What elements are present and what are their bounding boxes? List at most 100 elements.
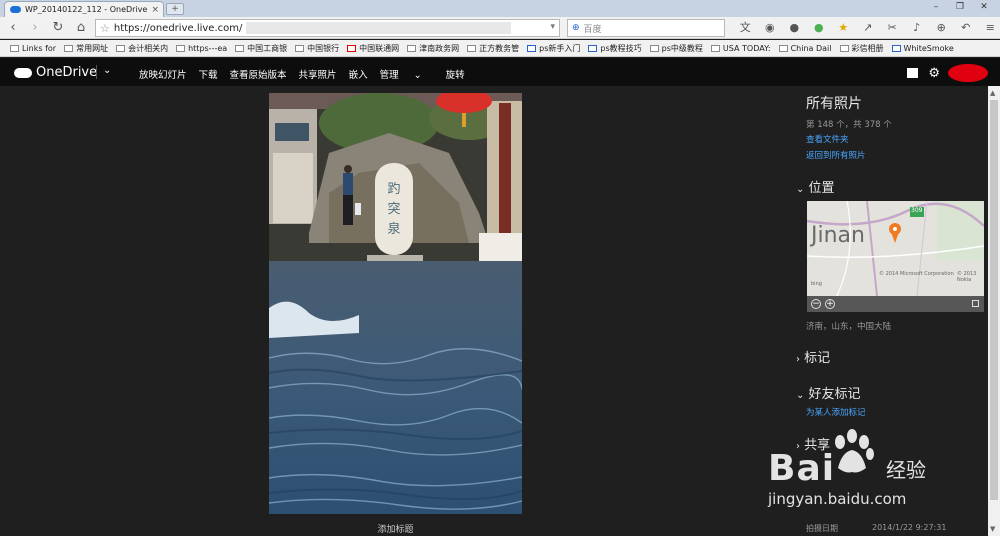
forward-icon[interactable]: › (27, 20, 43, 36)
page-icon (407, 44, 417, 52)
browser-tab[interactable]: WP_20140122_112 - OneDrive × (4, 1, 164, 17)
svg-text:突: 突 (387, 201, 400, 217)
map-road-label: 309 (911, 207, 923, 214)
logo-text: OneDrive (36, 65, 98, 80)
folder-icon (64, 44, 74, 52)
bookmark-item[interactable]: https---ea (176, 44, 227, 53)
page-icon (467, 44, 477, 52)
scroll-up-icon[interactable]: ▲ (990, 89, 995, 97)
watermark-jingyan: 经验 (886, 458, 926, 482)
back-icon[interactable]: ‹ (5, 20, 21, 36)
svg-text:趵: 趵 (387, 181, 400, 197)
volume-icon[interactable]: ♪ (905, 20, 930, 36)
photo-image: 趵 突 泉 (269, 93, 522, 514)
view-folder-link[interactable]: 查看文件夹 (806, 133, 849, 145)
reload-icon[interactable]: ↻ (50, 20, 66, 36)
feedback-icon[interactable] (907, 68, 919, 78)
add-tag-link[interactable]: 为某人添加标记 (806, 406, 866, 418)
bookmark-item[interactable]: 常用网址 (64, 43, 108, 54)
download-icon[interactable]: ⊕ (929, 20, 954, 36)
gear-icon[interactable]: ⚙ (928, 66, 940, 81)
scroll-thumb[interactable] (990, 100, 998, 500)
share-photo-button[interactable]: 共享照片 (299, 67, 337, 81)
tab-title: WP_20140122_112 - OneDrive (25, 5, 148, 14)
date-taken-value: 2014/1/22 9:27:31 (872, 523, 947, 532)
globe-icon[interactable]: ◉ (758, 20, 783, 36)
location-heading: 位置 (808, 181, 835, 196)
bookmark-item[interactable]: ps教程技巧 (588, 43, 642, 54)
baidu-watermark: Bai 经验 jingyan.baidu.com (758, 428, 958, 516)
page-scrollbar[interactable]: ▲ ▼ (988, 86, 1000, 536)
bing-logo: bing (811, 281, 822, 287)
back-to-all-photos-link[interactable]: 返回到所有照片 (806, 149, 866, 161)
download-button[interactable]: 下载 (199, 67, 218, 81)
slideshow-button[interactable]: 放映幻灯片 (139, 67, 187, 81)
extension-icons: 文 ◉ ● ● ★ ↗ ✂ ♪ ⊕ ↶ ≡ (733, 20, 1000, 36)
header-right: ⚙ (907, 64, 988, 82)
view-original-button[interactable]: 查看原始版本 (230, 67, 287, 81)
onedrive-logo[interactable]: OneDrive (14, 65, 97, 80)
menu-icon[interactable]: ≡ (978, 20, 1000, 36)
tags-heading: 标记 (804, 351, 831, 366)
translate-icon[interactable]: 文 (733, 20, 758, 36)
photo-count: 第 148 个，共 378 个 (806, 120, 892, 130)
bookmark-item[interactable]: 津南政务网 (407, 43, 459, 54)
undo-icon[interactable]: ↶ (954, 20, 979, 36)
maximize-icon[interactable]: ❐ (948, 0, 972, 14)
close-window-icon[interactable]: ✕ (972, 0, 996, 14)
header-divider (96, 65, 97, 79)
favorite-star-icon[interactable]: ★ (831, 20, 856, 36)
chevron-down-icon: ⌄ (796, 184, 805, 195)
search-placeholder: 百度 (583, 24, 602, 35)
address-dropdown-icon[interactable]: ▾ (550, 22, 555, 32)
bookmark-item[interactable]: Links for (10, 44, 56, 53)
chevron-down-icon[interactable]: ⌄ (103, 65, 111, 76)
friend-tags-section-toggle[interactable]: ⌄ 好友标记 (796, 383, 861, 402)
scroll-down-icon[interactable]: ▼ (990, 525, 995, 533)
photo-viewer[interactable]: 趵 突 泉 (269, 93, 522, 514)
bookmark-item[interactable]: 正方教务管 (467, 43, 519, 54)
tomato-icon[interactable]: ● (782, 20, 807, 36)
share-icon[interactable]: ↗ (856, 20, 881, 36)
command-bar: 放映幻灯片 下载 查看原始版本 共享照片 嵌入 管理 ⌄ 旋转 (139, 67, 477, 81)
tags-section-toggle[interactable]: › 标记 (796, 347, 830, 366)
bookmark-item[interactable]: ps新手入门 (527, 43, 580, 54)
minimize-icon[interactable]: – (924, 0, 948, 14)
chevron-right-icon: › (796, 354, 800, 365)
address-bar[interactable]: ☆ https://onedrive.live.com/ ▾ (95, 19, 560, 37)
manage-button[interactable]: 管理 ⌄ (380, 67, 434, 81)
location-section-toggle[interactable]: ⌄ 位置 (796, 177, 835, 196)
scissors-icon[interactable]: ✂ (880, 20, 905, 36)
search-box[interactable]: ⊕ 百度 (567, 19, 725, 37)
bookmark-item[interactable]: ps中级教程 (649, 43, 703, 54)
zoom-in-icon[interactable]: + (825, 299, 835, 309)
bookmark-item[interactable]: China Dail (778, 44, 832, 53)
close-tab-icon[interactable]: × (151, 5, 163, 15)
friend-tags-heading: 好友标记 (808, 387, 861, 402)
bookmark-item[interactable]: 中国工商银 (235, 43, 287, 54)
embed-button[interactable]: 嵌入 (349, 67, 368, 81)
chevron-down-icon: ⌄ (410, 70, 422, 81)
bookmark-item[interactable]: WhiteSmoke (891, 44, 954, 53)
window-controls: – ❐ ✕ (924, 0, 996, 14)
avatar[interactable] (948, 64, 988, 82)
rotate-button[interactable]: 旋转 (446, 67, 465, 81)
onedrive-favicon-icon (10, 6, 21, 13)
baidu-paw-icon (835, 429, 874, 473)
bookmark-item[interactable]: USA TODAY: (710, 44, 771, 53)
bookmark-item[interactable]: 中国联通网 (347, 43, 399, 54)
watermark-url: jingyan.baidu.com (768, 490, 907, 508)
whitesmoke-icon (891, 44, 901, 52)
home-icon[interactable]: ⌂ (73, 20, 89, 36)
chat-icon[interactable]: ● (807, 20, 832, 36)
expand-map-icon[interactable] (972, 300, 979, 307)
add-caption-link[interactable]: 添加标题 (269, 522, 522, 535)
bookmark-star-icon[interactable]: ☆ (100, 22, 110, 35)
new-tab-button[interactable]: + (166, 3, 184, 15)
bookmark-item[interactable]: 中国银行 (295, 43, 339, 54)
zoom-out-icon[interactable]: − (811, 299, 821, 309)
search-engine-icon[interactable]: ⊕ (572, 23, 580, 33)
bookmark-item[interactable]: 会计相关内 (116, 43, 168, 54)
onedrive-header: OneDrive ⌄ 放映幻灯片 下载 查看原始版本 共享照片 嵌入 管理 ⌄ … (0, 58, 1000, 86)
bookmark-item[interactable]: 彩信相册 (839, 43, 884, 54)
